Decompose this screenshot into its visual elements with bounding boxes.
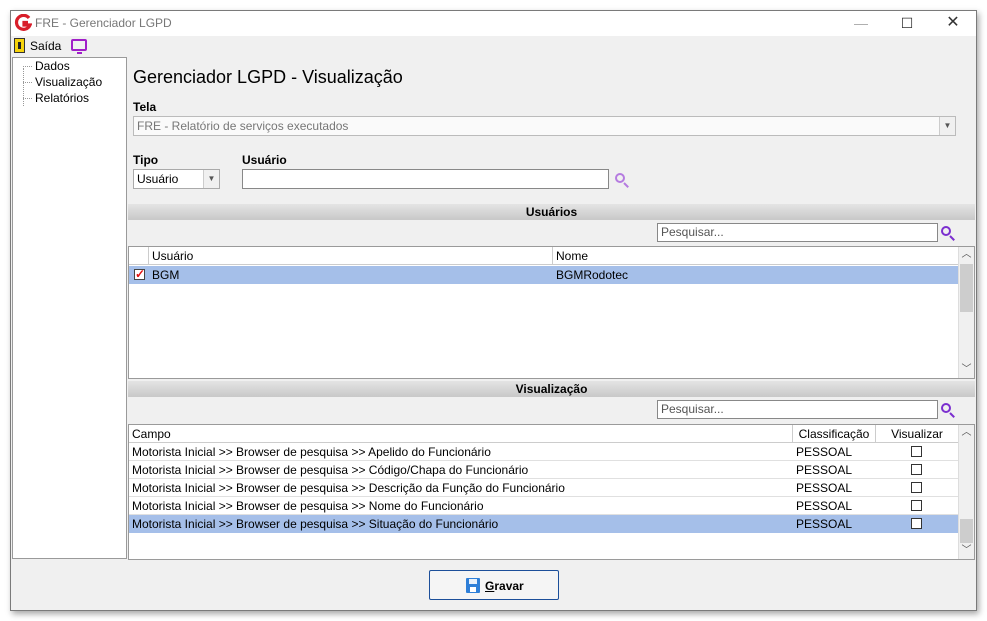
view-grid: Campo Classificação Visualizar Motorista… (128, 424, 975, 560)
table-row[interactable]: Motorista Inicial >> Browser de pesquisa… (129, 497, 958, 515)
exit-door-icon[interactable] (14, 38, 25, 53)
tipo-label: Tipo (133, 153, 159, 167)
user-name-cell: BGMRodotec (556, 268, 629, 282)
users-grid-header: Usuário Nome (129, 247, 958, 265)
search-icon[interactable] (940, 402, 956, 418)
scroll-thumb[interactable] (960, 264, 973, 312)
sidebar-item-relatorios[interactable]: Relatórios (23, 91, 89, 105)
checkbox-column-header (129, 247, 149, 265)
sidebar-item-dados[interactable]: Dados (23, 59, 70, 73)
user-code-cell: BGM (152, 268, 180, 282)
maximize-button[interactable]: ☐ (884, 11, 930, 36)
tela-select[interactable]: FRE - Relatório de serviços executados ▼ (133, 116, 956, 136)
window-title: FRE - Gerenciador LGPD (35, 16, 172, 30)
column-header-visualizar[interactable]: Visualizar (876, 425, 958, 443)
scroll-up-icon[interactable]: ︿ (959, 425, 974, 441)
sidebar-tree: Dados Visualização Relatórios (12, 57, 127, 559)
view-search-input[interactable]: Pesquisar... (657, 400, 938, 419)
classificacao-cell: PESSOAL (796, 499, 853, 513)
floppy-disk-icon (466, 578, 480, 593)
classificacao-cell: PESSOAL (796, 481, 853, 495)
users-grid-scrollbar[interactable]: ︿ ﹀ (958, 247, 974, 378)
usuario-input[interactable] (242, 169, 609, 189)
classificacao-cell: PESSOAL (796, 445, 853, 459)
scroll-down-icon[interactable]: ﹀ (959, 362, 974, 378)
save-button[interactable]: Gravar (429, 570, 559, 600)
users-section-header: Usuários (128, 204, 975, 220)
visualizar-checkbox[interactable] (911, 518, 922, 529)
users-grid: Usuário Nome BGM BGMRodotec ︿ ﹀ (128, 246, 975, 379)
column-header-usuario[interactable]: Usuário (149, 247, 553, 265)
app-window: FRE - Gerenciador LGPD — ☐ ✕ Saída Dados… (10, 10, 977, 611)
column-header-classificacao[interactable]: Classificação (793, 425, 876, 443)
visualizar-checkbox[interactable] (911, 446, 922, 457)
search-icon[interactable] (614, 172, 630, 188)
save-button-label: Gravar (485, 579, 524, 593)
search-icon[interactable] (940, 225, 956, 241)
main-panel: Gerenciador LGPD - Visualização Tela FRE… (128, 57, 976, 560)
classificacao-cell: PESSOAL (796, 463, 853, 477)
menu-bar: Saída (11, 36, 976, 56)
scroll-up-icon[interactable]: ︿ (959, 247, 974, 263)
sidebar-item-visualizacao[interactable]: Visualização (23, 75, 102, 89)
visualizar-checkbox[interactable] (911, 482, 922, 493)
close-button[interactable]: ✕ (930, 11, 976, 36)
chevron-down-icon: ▼ (939, 117, 955, 135)
view-grid-header: Campo Classificação Visualizar (129, 425, 958, 443)
campo-cell: Motorista Inicial >> Browser de pesquisa… (132, 445, 491, 459)
table-row[interactable]: Motorista Inicial >> Browser de pesquisa… (129, 479, 958, 497)
table-row[interactable]: BGM BGMRodotec (129, 266, 958, 284)
classificacao-cell: PESSOAL (796, 517, 853, 531)
tela-select-value: FRE - Relatório de serviços executados (137, 119, 349, 133)
chevron-down-icon: ▼ (203, 170, 219, 188)
scroll-thumb[interactable] (960, 519, 973, 543)
tipo-select-value: Usuário (137, 172, 179, 186)
row-checkbox[interactable] (134, 267, 145, 281)
app-logo-icon (14, 14, 32, 31)
view-grid-scrollbar[interactable]: ︿ ﹀ (958, 425, 974, 559)
campo-cell: Motorista Inicial >> Browser de pesquisa… (132, 517, 499, 531)
visualizar-checkbox[interactable] (911, 464, 922, 475)
view-section-header: Visualização (128, 381, 975, 397)
tela-label: Tela (133, 100, 157, 114)
campo-cell: Motorista Inicial >> Browser de pesquisa… (132, 481, 565, 495)
campo-cell: Motorista Inicial >> Browser de pesquisa… (132, 463, 529, 477)
campo-cell: Motorista Inicial >> Browser de pesquisa… (132, 499, 484, 513)
table-row[interactable]: Motorista Inicial >> Browser de pesquisa… (129, 443, 958, 461)
footer-bar: Gravar (11, 559, 976, 611)
usuario-label: Usuário (242, 153, 287, 167)
exit-menu-item[interactable]: Saída (30, 39, 61, 53)
minimize-button[interactable]: — (838, 11, 884, 36)
page-title: Gerenciador LGPD - Visualização (133, 67, 403, 87)
users-search-input[interactable]: Pesquisar... (657, 223, 938, 242)
visualizar-checkbox[interactable] (911, 500, 922, 511)
monitor-icon[interactable] (71, 39, 87, 54)
table-row[interactable]: Motorista Inicial >> Browser de pesquisa… (129, 515, 958, 533)
column-header-nome[interactable]: Nome (553, 247, 958, 265)
scroll-down-icon[interactable]: ﹀ (959, 543, 974, 559)
title-bar: FRE - Gerenciador LGPD — ☐ ✕ (11, 11, 976, 36)
table-row[interactable]: Motorista Inicial >> Browser de pesquisa… (129, 461, 958, 479)
tipo-select[interactable]: Usuário ▼ (133, 169, 220, 189)
column-header-campo[interactable]: Campo (129, 425, 793, 443)
